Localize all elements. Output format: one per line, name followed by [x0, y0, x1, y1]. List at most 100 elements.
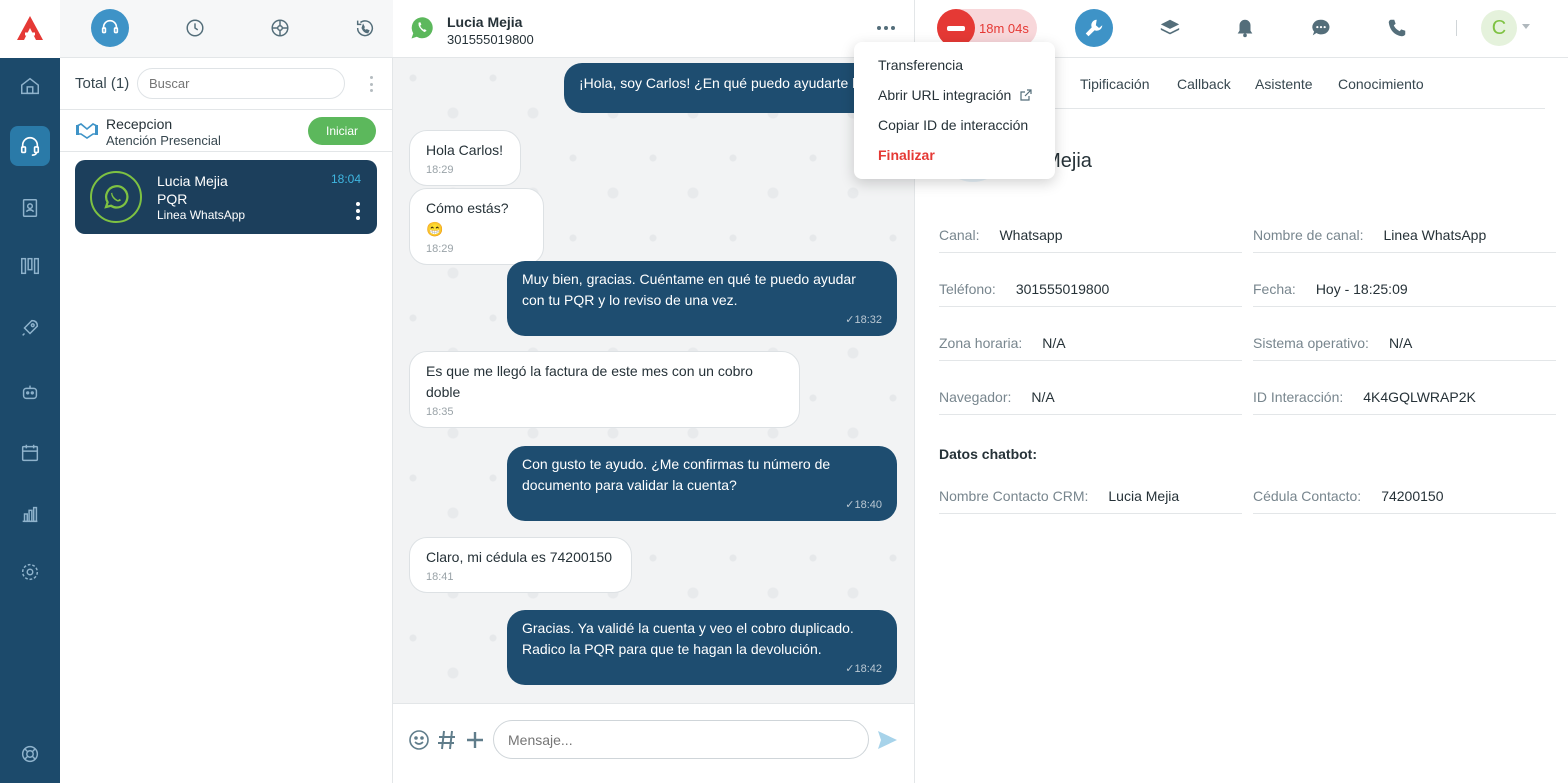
section-title: Datos chatbot:: [939, 446, 1037, 462]
send-icon[interactable]: [875, 728, 899, 752]
list-options-icon[interactable]: [370, 76, 374, 92]
message-text: Hola Carlos!: [426, 142, 504, 158]
conversation-options-icon[interactable]: [356, 202, 360, 220]
field-telefono: Teléfono: 301555019800: [939, 281, 1242, 307]
message-time: ✓: [579, 96, 868, 110]
field-nombre-canal: Nombre de canal: Linea WhatsApp: [1253, 227, 1556, 253]
message-text: Muy bien, gracias. Cuéntame en qué te pu…: [522, 271, 856, 308]
field-label: Zona horaria:: [939, 335, 1023, 351]
message-text: Gracias. Ya validé la cuenta y veo el co…: [522, 620, 854, 657]
bell-icon[interactable]: [1226, 9, 1264, 47]
start-button[interactable]: Iniciar: [308, 117, 376, 145]
field-value: 301555019800: [1015, 281, 1110, 297]
handshake-icon: [76, 123, 98, 139]
field-cedula-contacto: Cédula Contacto: 74200150: [1253, 488, 1556, 514]
history-clock-icon[interactable]: [176, 9, 214, 47]
field-sistema-operativo: Sistema operativo: N/A: [1253, 335, 1556, 361]
message-text: Es que me llegó la factura de este mes c…: [426, 363, 753, 400]
chevron-down-icon[interactable]: [1522, 24, 1530, 29]
message-text: Cómo estás? 😁: [426, 200, 509, 237]
message-outgoing: Muy bien, gracias. Cuéntame en qué te pu…: [507, 261, 897, 336]
list-header: Total (1): [60, 58, 393, 110]
phone-icon[interactable]: [1378, 9, 1416, 47]
field-value: N/A: [1388, 335, 1413, 351]
list-tabs-bar: [60, 0, 393, 58]
message-time: ✓18:32: [845, 314, 882, 326]
conversation-time: 18:04: [330, 172, 361, 186]
tab-asistente[interactable]: Asistente: [1255, 76, 1313, 92]
message-time: ✓18:42: [845, 663, 882, 675]
menu-item-transfer[interactable]: Transferencia: [878, 57, 963, 73]
app-logo[interactable]: [12, 10, 48, 46]
wrench-icon[interactable]: [1075, 9, 1113, 47]
field-canal: Canal: Whatsapp: [939, 227, 1242, 253]
settings-gear-icon[interactable]: [10, 552, 50, 592]
queue-name: Recepcion: [106, 116, 173, 132]
calendar-icon[interactable]: [10, 433, 50, 473]
tab-conocimiento[interactable]: Conocimiento: [1338, 76, 1424, 92]
message-composer: [393, 703, 914, 783]
whatsapp-icon: [411, 17, 433, 39]
field-id-interaccion: ID Interacción: 4K4GQLWRAP2K: [1253, 389, 1556, 415]
menu-item-open-url[interactable]: Abrir URL integración: [878, 87, 1032, 103]
options-menu: Transferencia Abrir URL integración Copi…: [854, 42, 1055, 179]
conversation-channel: Linea WhatsApp: [157, 208, 246, 222]
field-value: Lucia Mejia: [1108, 488, 1180, 504]
conversation-topic: PQR: [157, 191, 188, 207]
external-link-icon: [1020, 89, 1032, 101]
field-label: Canal:: [939, 227, 980, 243]
field-label: Nombre de canal:: [1253, 227, 1364, 243]
hashtag-icon[interactable]: [435, 728, 459, 752]
more-options-icon[interactable]: [877, 26, 895, 30]
separator: [1456, 20, 1457, 36]
message-time: 18:29: [426, 243, 454, 255]
message-text: Con gusto te ayudo. ¿Me confirmas tu núm…: [522, 456, 831, 493]
message-text: ¡Hola, soy Carlos! ¿En qué puedo ayudart…: [579, 75, 859, 91]
reports-chart-icon[interactable]: [10, 494, 50, 534]
message-outgoing: ¡Hola, soy Carlos! ¿En qué puedo ayudart…: [564, 63, 874, 113]
search-input[interactable]: [137, 68, 345, 99]
conversation-card[interactable]: Lucia Mejia PQR Linea WhatsApp 18:04: [75, 160, 377, 234]
message-incoming: Es que me llegó la factura de este mes c…: [409, 351, 800, 428]
field-contacto-crm: Nombre Contacto CRM: Lucia Mejia: [939, 488, 1242, 514]
conversation-name: Lucia Mejia: [157, 173, 228, 189]
total-count: Total (1): [75, 75, 130, 92]
field-label: Sistema operativo:: [1253, 335, 1369, 351]
field-label: Nombre Contacto CRM:: [939, 488, 1089, 504]
emoji-icon[interactable]: [407, 728, 431, 752]
callback-phone-icon[interactable]: [346, 9, 384, 47]
message-input[interactable]: [493, 720, 869, 759]
message-incoming: Hola Carlos! 18:29: [409, 130, 521, 186]
message-incoming: Claro, mi cédula es 74200150 18:41: [409, 537, 632, 593]
menu-item-finalize[interactable]: Finalizar: [878, 147, 935, 163]
menu-item-label: Abrir URL integración: [878, 87, 1012, 103]
user-avatar[interactable]: C: [1481, 10, 1517, 46]
left-nav: [0, 0, 60, 783]
bot-icon[interactable]: [10, 372, 50, 412]
field-zona-horaria: Zona horaria: N/A: [939, 335, 1242, 361]
channels-wheel-icon[interactable]: [261, 9, 299, 47]
contacts-book-icon[interactable]: [10, 188, 50, 228]
field-label: Cédula Contacto:: [1253, 488, 1362, 504]
tab-tipificacion[interactable]: Tipificación: [1080, 76, 1150, 92]
tab-callback[interactable]: Callback: [1177, 76, 1231, 92]
active-chats-icon[interactable]: [91, 9, 129, 47]
field-value: N/A: [1042, 335, 1066, 351]
field-value: 74200150: [1381, 488, 1444, 504]
help-lifebuoy-icon[interactable]: [10, 734, 50, 774]
message-outgoing: Gracias. Ya validé la cuenta y veo el co…: [507, 610, 897, 685]
chat-header: Lucia Mejia 301555019800: [393, 0, 914, 58]
layers-icon[interactable]: [1151, 9, 1189, 47]
agent-headset-icon[interactable]: [10, 126, 50, 166]
home-icon[interactable]: [10, 66, 50, 106]
kanban-icon[interactable]: [10, 246, 50, 286]
queue-row[interactable]: Recepcion Atención Presencial Iniciar: [60, 111, 393, 152]
chat-bubble-icon[interactable]: [1302, 9, 1340, 47]
message-text: Claro, mi cédula es 74200150: [426, 549, 613, 565]
menu-item-copy-id[interactable]: Copiar ID de interacción: [878, 117, 1028, 133]
field-label: Teléfono:: [939, 281, 996, 297]
rocket-icon[interactable]: [10, 308, 50, 348]
add-attachment-icon[interactable]: [463, 728, 487, 752]
field-label: Navegador:: [939, 389, 1012, 405]
whatsapp-avatar-icon: [90, 171, 142, 223]
